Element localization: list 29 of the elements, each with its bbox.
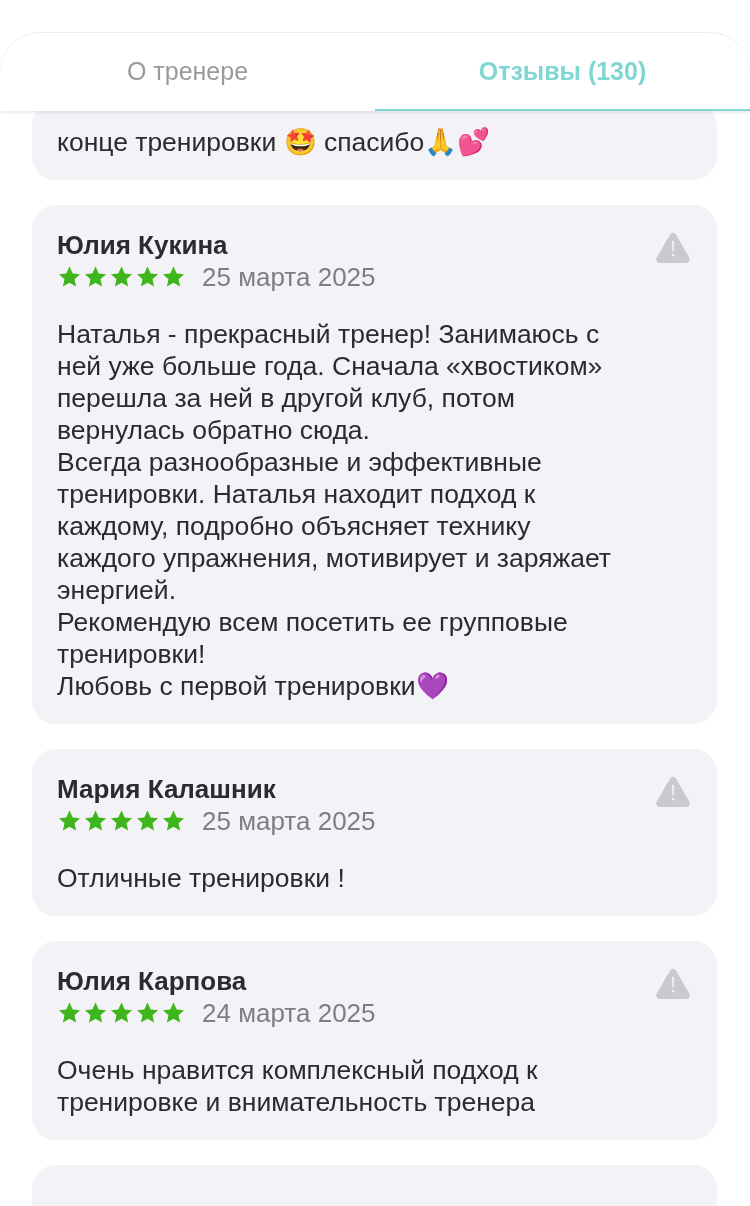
review-text: Очень нравится комплексный подход к тренировке и внимательность тренера: [57, 1054, 538, 1118]
warning-icon[interactable]: [655, 775, 691, 807]
review-date: 25 марта 2025: [202, 805, 376, 837]
warning-icon[interactable]: [655, 231, 691, 263]
review-date: 25 марта 2025: [202, 261, 376, 293]
star-icon: [57, 809, 82, 833]
star-icon: [161, 1001, 186, 1025]
tab[interactable]: О тренере: [0, 33, 375, 111]
review-text: конце тренировки 🤩 спасибо🙏💕: [57, 126, 491, 158]
star-icon: [83, 809, 108, 833]
star-icon: [109, 1001, 134, 1025]
review-text: Отличные тренировки !: [57, 862, 345, 894]
review-date: 24 марта 2025: [202, 997, 376, 1029]
star-icon: [83, 1001, 108, 1025]
warning-icon[interactable]: [655, 967, 691, 999]
star-icon: [135, 809, 160, 833]
star-icon: [57, 265, 82, 289]
star-icon: [161, 265, 186, 289]
star-icon: [161, 809, 186, 833]
star-icon: [83, 265, 108, 289]
star-icon: [57, 1001, 82, 1025]
star-icon: [135, 1001, 160, 1025]
review-author: Юлия Карпова: [57, 965, 247, 997]
review-author: Юлия Кукина: [57, 229, 228, 261]
star-icon: [109, 265, 134, 289]
review-author: Мария Калашник: [57, 773, 276, 805]
star-icon: [109, 809, 134, 833]
star-icon: [135, 265, 160, 289]
review-text: Наталья - прекрасный тренер! Занимаюсь с ней уже больше года. Сначала «хвостиком» перешла за ней в другой клуб, потом вернулась обратно сюда. Всегда разнообразные и эффективные тренировки. Наталья находит подход к каждому, подробно объясняет технику каждого упражнения, мотивирует и заряжает энергией. Рекомендую всем посетить ее групповые тренировки! Любовь с первой тренировки💜: [57, 318, 611, 702]
